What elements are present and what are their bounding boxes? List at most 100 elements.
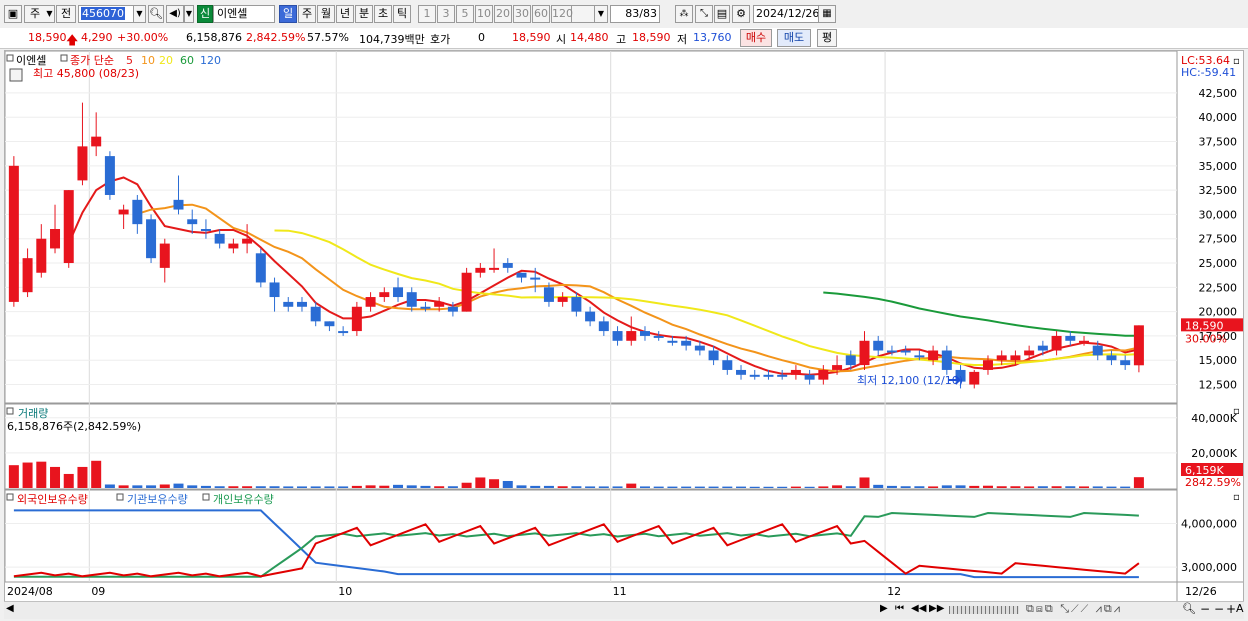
tab-4[interactable]: 분 bbox=[355, 5, 373, 23]
candle-body bbox=[283, 301, 294, 307]
candle-body bbox=[118, 209, 129, 215]
prev-page-icon[interactable]: ◀◀ bbox=[911, 603, 926, 614]
calendar-icon[interactable]: ▦ bbox=[818, 5, 836, 23]
candle-body bbox=[530, 277, 541, 280]
eval-button[interactable]: 평 bbox=[817, 29, 837, 47]
volume-bar bbox=[749, 486, 760, 488]
candle-body bbox=[873, 340, 884, 351]
crosshair-icon[interactable]: ⤡ bbox=[695, 5, 713, 23]
period-dropdown-icon[interactable]: ▼ bbox=[45, 5, 55, 23]
window-icon[interactable]: ▣ bbox=[4, 5, 22, 23]
candle-body bbox=[461, 272, 472, 312]
stock-chart[interactable]: 42,500 40,000 37,500 35,000 32,500 30,000 27,5… bbox=[4, 50, 1243, 601]
candle-body bbox=[1065, 335, 1076, 341]
volume-bar bbox=[91, 460, 102, 488]
candle-body bbox=[296, 301, 307, 307]
hoga-label: 호가 bbox=[430, 33, 451, 46]
font-size-icon[interactable]: A bbox=[1236, 602, 1244, 615]
interval-30[interactable]: 30 bbox=[513, 5, 531, 23]
interval-dropdown-icon[interactable]: ▼ bbox=[594, 5, 608, 23]
candle-type-icon[interactable]: ⁂ bbox=[675, 5, 693, 23]
volume-bar bbox=[338, 486, 349, 488]
tab-5[interactable]: 초 bbox=[374, 5, 392, 23]
volume-bar bbox=[269, 486, 280, 488]
candle-body bbox=[324, 321, 335, 327]
candle-body bbox=[406, 292, 417, 307]
interval-5[interactable]: 5 bbox=[456, 5, 474, 23]
volume-bar bbox=[543, 485, 554, 488]
date-label-4: 12 bbox=[887, 585, 901, 598]
gear-icon[interactable]: ⚙ bbox=[732, 5, 750, 23]
candle-body bbox=[420, 306, 431, 309]
chart-scrollbar[interactable]: ◀ ▶ ⏮ ◀◀ ▶▶ ⧉⧈⧉ ⤡⟋⟋ ⩘⧉⩘ 🔍︎ − − + A bbox=[4, 601, 1244, 619]
holder-close-icon: ▫ bbox=[1233, 492, 1240, 503]
interval-3[interactable]: 3 bbox=[437, 5, 455, 23]
candle-body bbox=[8, 165, 19, 302]
volume-bar bbox=[351, 485, 362, 488]
candle-body bbox=[543, 287, 554, 302]
code-dropdown-icon[interactable]: ▼ bbox=[133, 5, 146, 23]
prev-button[interactable]: 전 bbox=[56, 5, 76, 23]
candle-body bbox=[982, 360, 993, 370]
holder-axis-label: 3,000,000 bbox=[1181, 561, 1237, 574]
volume-tag-pct: 2842.59% bbox=[1185, 476, 1241, 489]
tab-3[interactable]: 년 bbox=[336, 5, 354, 23]
save-icon[interactable]: ▤ bbox=[714, 5, 730, 23]
zoom-out-icon[interactable]: − bbox=[1214, 602, 1224, 616]
candle-body bbox=[63, 190, 74, 264]
sell-button[interactable]: 매도 bbox=[777, 29, 811, 47]
tab-0[interactable]: 일 bbox=[279, 5, 297, 23]
buy-label: 매수 bbox=[745, 31, 767, 44]
next-page-icon[interactable]: ▶▶ bbox=[929, 603, 944, 614]
candle-body bbox=[653, 335, 664, 338]
zoom-slider[interactable] bbox=[949, 606, 1019, 614]
volume-bar bbox=[900, 486, 911, 488]
candle-body bbox=[434, 301, 445, 307]
first-page-icon[interactable]: ⏮ bbox=[895, 603, 904, 614]
buy-button[interactable]: 매수 bbox=[740, 29, 772, 47]
volume-bar bbox=[886, 485, 897, 488]
search-icon[interactable]: 🔍︎ bbox=[148, 5, 164, 23]
scroll-left-icon[interactable]: ◀ bbox=[6, 603, 14, 614]
ma5-line bbox=[67, 176, 1140, 376]
candle-body bbox=[585, 311, 596, 322]
sound-icon[interactable]: ◀) bbox=[166, 5, 184, 23]
current-price: 18,590 bbox=[28, 31, 67, 44]
volume-bar bbox=[1092, 486, 1103, 488]
interval-10[interactable]: 10 bbox=[475, 5, 493, 23]
tab-6[interactable]: 틱 bbox=[393, 5, 411, 23]
volume-bar bbox=[1133, 477, 1144, 488]
date-field[interactable]: 2024/12/26 bbox=[753, 5, 819, 23]
minus-icon[interactable]: − bbox=[1200, 602, 1210, 616]
plus-icon[interactable]: + bbox=[1226, 602, 1236, 616]
period-select[interactable]: 주 bbox=[24, 5, 46, 23]
tab-1[interactable]: 주 bbox=[298, 5, 316, 23]
interval-120[interactable]: 120 bbox=[551, 5, 573, 23]
volume-axis-label: 20,000K bbox=[1191, 447, 1237, 460]
candle-body bbox=[242, 238, 253, 244]
price-tag-pct: 30.00% bbox=[1185, 332, 1227, 345]
sound-dropdown-icon[interactable]: ▼ bbox=[184, 5, 194, 23]
interval-60[interactable]: 60 bbox=[532, 5, 550, 23]
volume-bar bbox=[379, 485, 390, 488]
interval-1[interactable]: 1 bbox=[418, 5, 436, 23]
candle-body bbox=[941, 350, 952, 370]
date-value: 2024/12/26 bbox=[756, 7, 820, 20]
drawing-tools-icons[interactable]: ⧉⧈⧉ ⤡⟋⟋ ⩘⧉⩘ bbox=[1026, 602, 1122, 616]
candle-body bbox=[914, 355, 925, 358]
legend-ma-20: 20 bbox=[159, 54, 173, 67]
price-axis-label: 25,000 bbox=[1199, 257, 1238, 270]
count-field[interactable]: 83/83 bbox=[610, 5, 660, 23]
interval-custom-field[interactable] bbox=[571, 5, 595, 23]
stock-name-field[interactable]: 이엔셀 bbox=[213, 5, 275, 23]
scroll-right-icon[interactable]: ▶ bbox=[880, 603, 888, 614]
interval-20[interactable]: 20 bbox=[494, 5, 512, 23]
tab-2[interactable]: 월 bbox=[317, 5, 335, 23]
volume-bar bbox=[612, 486, 623, 488]
zoom-icon[interactable]: 🔍︎ bbox=[1182, 602, 1196, 615]
chart-area[interactable]: 42,500 40,000 37,500 35,000 32,500 30,000 27,5… bbox=[4, 50, 1244, 602]
trade-amount: 104,739백만 bbox=[359, 33, 425, 46]
code-input[interactable]: 456070 bbox=[78, 5, 134, 23]
holder-legend-box-icon bbox=[116, 493, 124, 501]
calendar-small-icon bbox=[9, 68, 23, 82]
